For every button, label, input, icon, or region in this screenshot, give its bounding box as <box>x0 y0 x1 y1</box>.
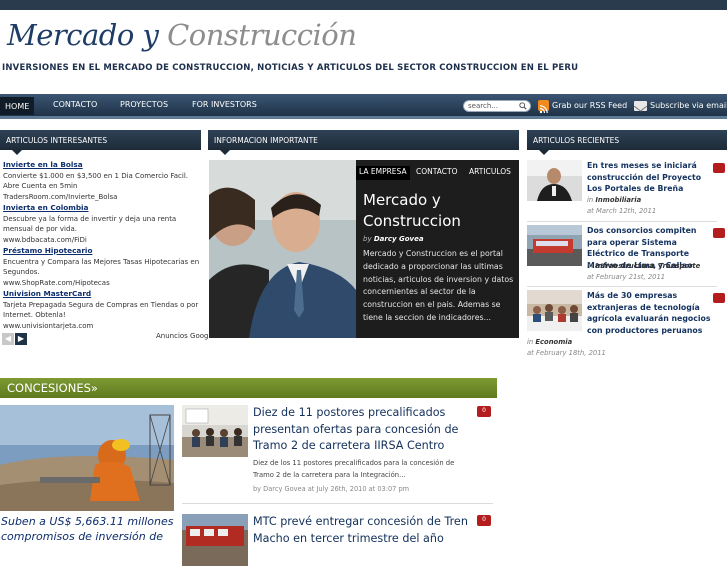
comment-badge[interactable] <box>713 163 725 173</box>
ad-item: Univision MasterCard Tarjeta Prepagada S… <box>3 289 205 331</box>
recent-item: En tres meses se iniciará construcción d… <box>527 160 727 220</box>
ad-item: Préstamo Hipotecario Encuentra y Compara… <box>3 246 205 288</box>
category-link[interactable]: Inmobiliaria <box>595 196 641 204</box>
featured-image[interactable] <box>209 160 356 338</box>
logo-part2: Construcción <box>167 18 357 52</box>
recent-date: at February 18th, 2011 <box>527 349 606 357</box>
ad-title[interactable]: Invierte en la Bolsa <box>3 160 205 171</box>
recent-thumb[interactable] <box>527 160 582 201</box>
top-strip <box>0 0 727 10</box>
ad-desc: Tarjeta Prepagada Segura de Compras en T… <box>3 300 199 320</box>
nav-home[interactable]: HOME <box>0 97 34 115</box>
article-title[interactable]: Diez de 11 postores precalificados prese… <box>253 405 485 455</box>
comment-badge[interactable] <box>713 293 725 303</box>
left-box-heading: ARTICULOS INTERESANTES <box>0 130 201 155</box>
comment-count-badge[interactable]: 0 <box>477 515 491 526</box>
recent-item: Más de 30 empresas extranjeras de tecnol… <box>527 290 727 360</box>
comment-count-badge[interactable]: 0 <box>477 406 491 417</box>
featured-heading: INFORMACION IMPORTANTE <box>208 130 519 155</box>
rss-icon[interactable] <box>538 100 549 114</box>
category-link[interactable]: Infraestructura, Transporte <box>595 262 700 270</box>
ad-desc: Encuentra y Compara las Mejores Tasas Hi… <box>3 257 200 277</box>
tab-la-empresa[interactable]: LA EMPRESA <box>356 166 410 180</box>
ad-desc: Convierte $1.000 en $3,500 en 1 Dia Come… <box>3 171 189 191</box>
tab-articulos[interactable]: ARTICULOS <box>466 166 514 177</box>
concesiones-feature-image[interactable] <box>0 405 174 511</box>
recent-date: at February 21st, 2011 <box>587 273 666 281</box>
tagline-text: Inversiones en el mercado de construccio… <box>2 63 579 73</box>
featured-body: Mercado y Construccion es el portal dedi… <box>363 249 514 322</box>
email-icon[interactable] <box>633 101 648 112</box>
featured-title[interactable]: Mercado y Construccion <box>363 190 513 232</box>
ad-title[interactable]: Univision MasterCard <box>3 289 205 300</box>
article-excerpt: Diez de los 11 postores precalificados p… <box>253 459 455 479</box>
recent-category: in Infraestructura, Transporte <box>587 262 700 270</box>
ad-title[interactable]: Invierta en Colombia <box>3 203 205 214</box>
ad-item: Invierte en la Bolsa Convierte $1.000 en… <box>3 160 205 202</box>
recent-date: at March 12th, 2011 <box>587 207 657 215</box>
concesiones-feature-caption[interactable]: Suben a US$ 5,663.11 millones compromiso… <box>1 514 179 544</box>
category-prefix: in <box>587 196 594 204</box>
ad-item: Invierta en Colombia Descubre ya la form… <box>3 203 205 245</box>
recent-title[interactable]: En tres meses se iniciará construcción d… <box>587 160 715 195</box>
concesion-article: MTC prevé entregar concesión de Tren Mac… <box>182 514 492 566</box>
ad-url[interactable]: www.univisiontarjeta.com <box>3 321 205 332</box>
recent-category: in Inmobiliaria <box>587 196 641 204</box>
nav-contacto[interactable]: CONTACTO <box>53 100 97 109</box>
article-meta: by Darcy Govea at July 26th, 2010 at 03:… <box>253 485 410 493</box>
ads-list: Invierte en la Bolsa Convierte $1.000 en… <box>3 160 205 332</box>
ads-next-button[interactable]: ▶ <box>15 333 27 345</box>
ads-by-google[interactable]: Anuncios Google <box>156 332 215 340</box>
logo-part1: Mercado y <box>7 18 159 52</box>
site-tagline: Inversiones en el mercado de construccio… <box>2 63 578 73</box>
divider <box>527 221 717 222</box>
comment-badge[interactable] <box>713 228 725 238</box>
category-prefix: in <box>587 262 594 270</box>
recent-thumb[interactable] <box>527 290 582 331</box>
divider <box>527 286 717 287</box>
nav-proyectos[interactable]: PROYECTOS <box>120 100 168 109</box>
site-logo[interactable]: Mercado y Construcción <box>7 18 357 52</box>
featured-byline: by Darcy Govea <box>363 235 424 243</box>
concesion-article: Diez de 11 postores precalificados prese… <box>182 405 492 500</box>
tab-contacto[interactable]: CONTACTO <box>413 166 460 177</box>
article-thumb[interactable] <box>182 514 248 566</box>
category-link[interactable]: Economia <box>535 338 572 346</box>
divider <box>182 503 493 504</box>
category-prefix: in <box>527 338 534 346</box>
recent-heading: ARTICULOS RECIENTES <box>527 130 727 155</box>
recent-title[interactable]: Más de 30 empresas extranjeras de tecnol… <box>587 290 715 336</box>
ad-url[interactable]: www.ShopRate.com/Hipotecas <box>3 278 205 289</box>
email-subscribe-link[interactable]: Subscribe via email <box>650 101 727 110</box>
ad-url[interactable]: www.bdbacata.com/FiDi <box>3 235 205 246</box>
recent-item: Dos consorcios compiten para operar Sist… <box>527 225 727 285</box>
byline-prefix: by <box>363 235 372 243</box>
ad-url[interactable]: TradersRoom.com/Invierte_Bolsa <box>3 192 205 203</box>
ads-prev-button[interactable]: ◀ <box>2 333 14 345</box>
recent-category: in Economia <box>527 338 572 346</box>
search-icon[interactable] <box>519 102 527 110</box>
article-thumb[interactable] <box>182 405 248 457</box>
ad-title[interactable]: Préstamo Hipotecario <box>3 246 205 257</box>
featured-author[interactable]: Darcy Govea <box>374 235 424 243</box>
concesiones-heading[interactable]: CONCESIONES» <box>0 378 497 398</box>
nav-for-investors[interactable]: FOR INVESTORS <box>192 100 257 109</box>
ad-desc: Descubre ya la forma de invertir y deja … <box>3 214 177 234</box>
rss-link[interactable]: Grab our RSS Feed <box>552 101 627 110</box>
article-title[interactable]: MTC prevé entregar concesión de Tren Mac… <box>253 514 485 547</box>
recent-thumb[interactable] <box>527 225 582 266</box>
